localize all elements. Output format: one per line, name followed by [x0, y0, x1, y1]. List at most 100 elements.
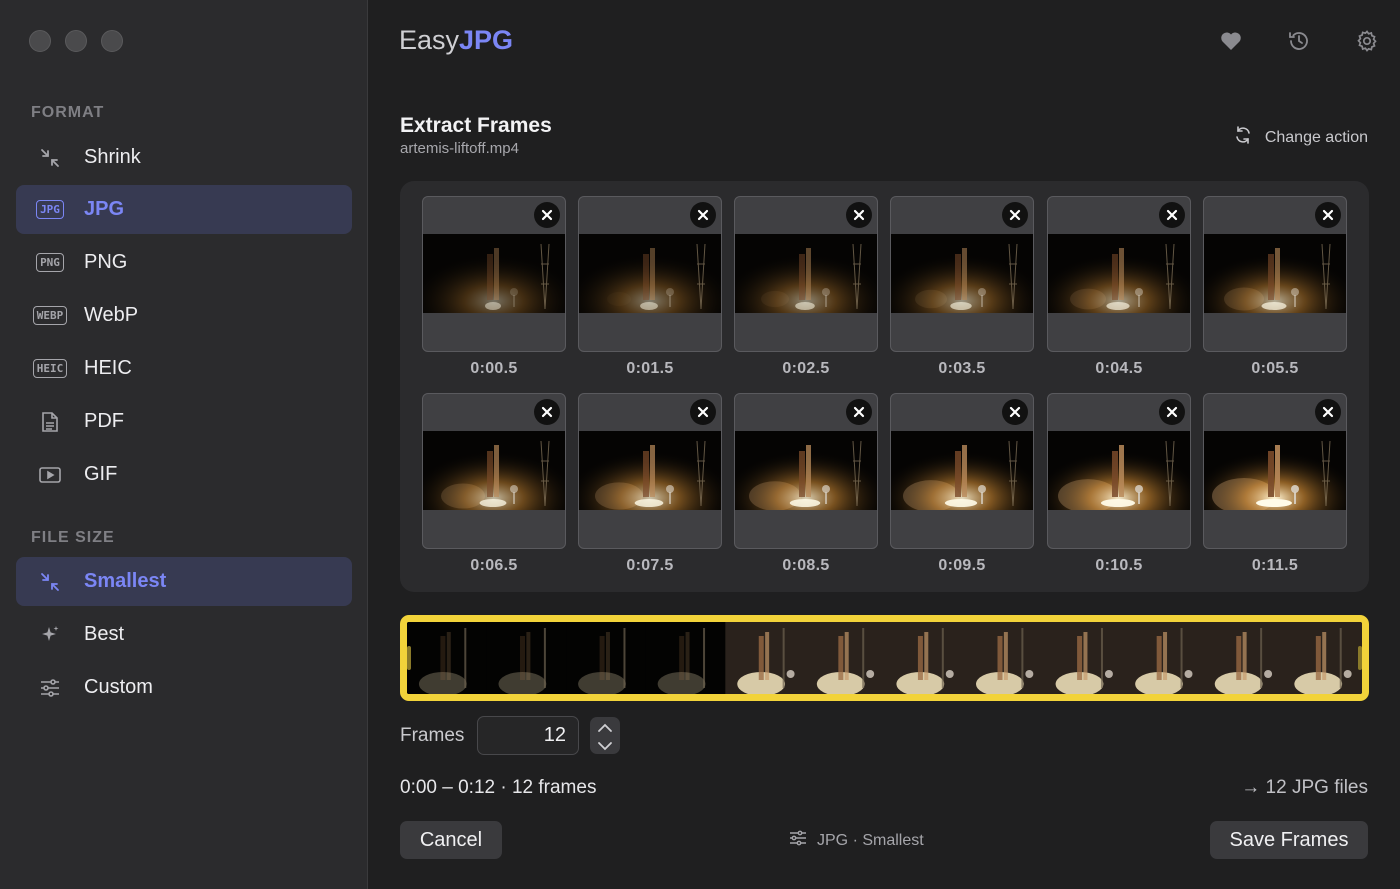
frame-thumbnail-card[interactable]: [1203, 393, 1347, 549]
frame-timestamp: 0:00.5: [470, 360, 518, 377]
zoom-window-button[interactable]: [101, 30, 123, 52]
frame-timestamp: 0:06.5: [470, 557, 518, 574]
sidebar-item-webp[interactable]: WEBP WebP: [16, 291, 352, 340]
frame-timestamp: 0:01.5: [626, 360, 674, 377]
sidebar-item-gif[interactable]: GIF: [16, 450, 352, 499]
sidebar-item-smallest[interactable]: Smallest: [16, 557, 352, 606]
remove-frame-button[interactable]: [846, 202, 872, 228]
change-action-button[interactable]: Change action: [1233, 125, 1368, 150]
trim-start-handle[interactable]: [407, 646, 411, 670]
frames-stepper[interactable]: [590, 717, 620, 754]
close-icon: [1009, 209, 1021, 221]
sidebar: FORMAT Shrink JPG JPG PNG PNG WEBP WebP …: [0, 0, 368, 889]
save-frames-button[interactable]: Save Frames: [1210, 821, 1368, 859]
frame-timestamp: 0:05.5: [1251, 360, 1299, 377]
chevron-up-icon[interactable]: [597, 720, 613, 738]
png-badge-icon: PNG: [32, 252, 68, 274]
remove-frame-button[interactable]: [1159, 399, 1185, 425]
minimize-window-button[interactable]: [65, 30, 87, 52]
sidebar-item-shrink[interactable]: Shrink: [16, 133, 352, 182]
close-icon: [697, 406, 709, 418]
shrink-icon: [32, 147, 68, 169]
settings-summary-label: JPG · Smallest: [817, 831, 924, 849]
output-summary: → 12 JPG files: [1241, 777, 1368, 798]
app-brand: EasyJPG: [399, 25, 514, 55]
cancel-button[interactable]: Cancel: [400, 821, 502, 859]
frame-card[interactable]: 0:06.5: [422, 393, 566, 575]
frame-card[interactable]: 0:11.5: [1203, 393, 1347, 575]
heart-icon[interactable]: [1218, 28, 1244, 54]
frame-thumbnail: [1048, 431, 1190, 510]
remove-frame-button[interactable]: [1315, 202, 1341, 228]
frame-thumbnail-card[interactable]: [1203, 196, 1347, 352]
frame-thumbnail: [579, 234, 721, 313]
frame-thumbnail-card[interactable]: [890, 393, 1034, 549]
frame-thumbnail-card[interactable]: [578, 196, 722, 352]
trim-end-handle[interactable]: [1358, 646, 1362, 670]
frame-thumbnail-card[interactable]: [422, 196, 566, 352]
sidebar-item-label: JPG: [84, 198, 125, 220]
main-content: EasyJPG Extract Frames artemis-liftoff.m…: [369, 0, 1400, 889]
remove-frame-button[interactable]: [534, 202, 560, 228]
sidebar-item-label: PDF: [84, 410, 124, 432]
frame-thumbnail-card[interactable]: [1047, 196, 1191, 352]
frame-thumbnail: [1204, 234, 1346, 313]
sidebar-item-jpg[interactable]: JPG JPG: [16, 185, 352, 234]
frame-card[interactable]: 0:03.5: [890, 196, 1034, 378]
history-icon[interactable]: [1286, 28, 1312, 54]
remove-frame-button[interactable]: [1002, 399, 1028, 425]
frame-thumbnail-card[interactable]: [890, 196, 1034, 352]
chevron-down-icon[interactable]: [597, 738, 613, 756]
gear-icon[interactable]: [1354, 28, 1380, 54]
frame-card[interactable]: 0:00.5: [422, 196, 566, 378]
remove-frame-button[interactable]: [534, 399, 560, 425]
settings-summary[interactable]: JPG · Smallest: [789, 830, 924, 851]
close-window-button[interactable]: [29, 30, 51, 52]
window-controls: [29, 30, 123, 52]
frame-card[interactable]: 0:09.5: [890, 393, 1034, 575]
frame-card[interactable]: 0:05.5: [1203, 196, 1347, 378]
remove-frame-button[interactable]: [1002, 202, 1028, 228]
frame-card[interactable]: 0:02.5: [734, 196, 878, 378]
close-icon: [853, 406, 865, 418]
remove-frame-button[interactable]: [1159, 202, 1185, 228]
close-icon: [1166, 209, 1178, 221]
sidebar-item-png[interactable]: PNG PNG: [16, 238, 352, 287]
frame-thumbnail-card[interactable]: [578, 393, 722, 549]
sidebar-item-heic[interactable]: HEIC HEIC: [16, 344, 352, 393]
frame-card[interactable]: 0:10.5: [1047, 393, 1191, 575]
heic-badge-icon: HEIC: [32, 358, 68, 380]
sidebar-item-custom[interactable]: Custom: [16, 663, 352, 712]
remove-frame-button[interactable]: [846, 399, 872, 425]
close-icon: [1166, 406, 1178, 418]
sidebar-item-label: PNG: [84, 251, 128, 273]
frame-thumbnail-card[interactable]: [734, 196, 878, 352]
sidebar-item-label: WebP: [84, 304, 139, 326]
sidebar-item-pdf[interactable]: PDF: [16, 397, 352, 446]
frame-thumbnail-card[interactable]: [422, 393, 566, 549]
sidebar-item-best[interactable]: Best: [16, 610, 352, 659]
frame-card[interactable]: 0:01.5: [578, 196, 722, 378]
close-icon: [541, 209, 553, 221]
sidebar-item-label: HEIC: [84, 357, 132, 379]
close-icon: [697, 209, 709, 221]
frame-thumbnail: [891, 234, 1033, 313]
filmstrip-thumbnails: [407, 622, 1362, 694]
frame-thumbnail-card[interactable]: [734, 393, 878, 549]
refresh-icon: [1233, 125, 1253, 150]
frame-thumbnail-card[interactable]: [1047, 393, 1191, 549]
sidebar-item-label: Shrink: [84, 146, 141, 168]
frame-card[interactable]: 0:04.5: [1047, 196, 1191, 378]
timeline-filmstrip[interactable]: [400, 615, 1369, 701]
sidebar-item-label: Smallest: [84, 570, 167, 592]
frame-card[interactable]: 0:08.5: [734, 393, 878, 575]
remove-frame-button[interactable]: [690, 202, 716, 228]
frame-thumbnail: [1048, 234, 1190, 313]
remove-frame-button[interactable]: [690, 399, 716, 425]
frames-count-input[interactable]: 12: [477, 716, 579, 755]
frame-card[interactable]: 0:07.5: [578, 393, 722, 575]
sliders-icon: [789, 830, 807, 851]
remove-frame-button[interactable]: [1315, 399, 1341, 425]
close-icon: [1009, 406, 1021, 418]
frame-timestamp: 0:10.5: [1095, 557, 1143, 574]
